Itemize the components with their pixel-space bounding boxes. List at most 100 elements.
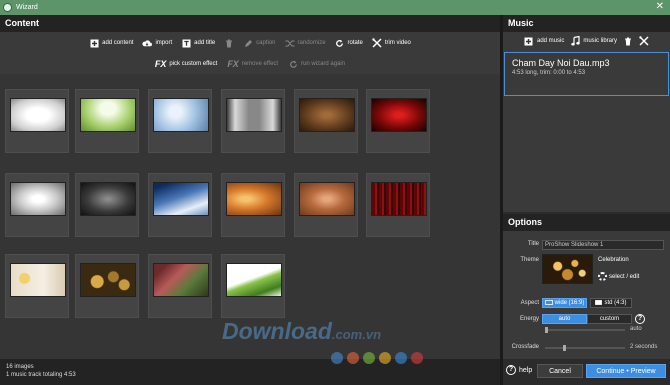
music-library-button[interactable]: music library xyxy=(570,36,617,46)
fx-remove-icon: FX xyxy=(227,59,239,69)
watermark-domain: .com.vn xyxy=(331,327,382,342)
theme-name: Celebration xyxy=(598,257,629,263)
image-thumbnail xyxy=(226,98,282,132)
crossfade-slider-track xyxy=(545,347,625,349)
image-tile[interactable] xyxy=(5,173,69,237)
image-tile[interactable] xyxy=(221,173,285,237)
energy-custom-option[interactable]: custom xyxy=(587,314,632,324)
theme-thumbnail[interactable] xyxy=(542,254,593,284)
app-icon xyxy=(3,3,12,12)
watermark-dot xyxy=(363,352,375,364)
close-icon[interactable]: ✕ xyxy=(656,1,664,13)
image-tile[interactable] xyxy=(5,254,69,318)
image-thumbnail xyxy=(10,98,66,132)
image-tile[interactable] xyxy=(148,89,212,153)
refresh-icon xyxy=(288,59,298,69)
crossfade-value: 2 seconds xyxy=(630,344,658,350)
rotate-icon xyxy=(335,38,345,48)
image-tile[interactable] xyxy=(75,173,139,237)
watermark-dot xyxy=(331,352,343,364)
image-tile[interactable] xyxy=(221,89,285,153)
energy-slider-value: auto xyxy=(630,326,642,332)
remove-effect-button[interactable]: FX remove effect xyxy=(227,59,278,69)
effects-toolbar: FX pick custom effect FX remove effect r… xyxy=(0,57,500,71)
caption-label: caption xyxy=(256,40,276,46)
pick-custom-effect-button[interactable]: FX pick custom effect xyxy=(155,59,217,69)
image-tile[interactable] xyxy=(148,254,212,318)
tools-icon xyxy=(639,36,649,46)
continue-preview-button[interactable]: Continue • Preview xyxy=(586,364,666,378)
image-tile[interactable] xyxy=(5,89,69,153)
image-tile[interactable] xyxy=(221,254,285,318)
music-header: Music xyxy=(503,15,670,32)
cancel-button[interactable]: Cancel xyxy=(537,364,583,378)
title-label: Title xyxy=(527,241,539,247)
music-library-label: music library xyxy=(583,38,618,44)
content-toolbar: add content import add title caption ran… xyxy=(0,36,500,50)
image-thumbnail xyxy=(80,98,136,132)
delete-button[interactable] xyxy=(224,38,234,48)
image-tile[interactable] xyxy=(366,89,430,153)
run-wizard-again-button[interactable]: run wizard again xyxy=(288,59,345,69)
aspect-toggle: wide (16:9) std (4:3) xyxy=(542,298,632,308)
watermark-main: Download xyxy=(222,318,332,344)
help-icon[interactable]: ? xyxy=(635,314,645,324)
remove-effect-label: remove effect xyxy=(241,61,279,67)
window-titlebar: Wizard ✕ xyxy=(0,0,670,15)
shuffle-icon xyxy=(285,38,295,48)
image-tile[interactable] xyxy=(366,173,430,237)
caption-button[interactable]: caption xyxy=(243,38,276,48)
options-header: Options xyxy=(503,214,670,231)
fx-icon: FX xyxy=(154,59,167,69)
music-note-icon xyxy=(570,36,580,46)
music-delete-button[interactable] xyxy=(623,36,633,46)
trim-video-label: trim video xyxy=(384,40,411,46)
help-button[interactable]: ? help xyxy=(506,365,532,375)
music-summary: 1 music track totaling 4:53 xyxy=(6,372,76,378)
image-tile[interactable] xyxy=(75,89,139,153)
image-tile[interactable] xyxy=(294,89,358,153)
crossfade-slider[interactable] xyxy=(545,345,625,351)
wide-screen-icon xyxy=(544,299,553,307)
question-icon: ? xyxy=(506,365,516,375)
image-thumbnail xyxy=(153,263,209,297)
trim-video-button[interactable]: trim video xyxy=(372,38,411,48)
content-panel: Content add content import add title cap… xyxy=(0,15,500,359)
music-tools-button[interactable] xyxy=(639,36,649,46)
image-thumbnail xyxy=(371,98,427,132)
energy-auto-option[interactable]: auto xyxy=(542,314,587,324)
import-button[interactable]: import xyxy=(142,38,172,48)
theme-select-button[interactable]: select / edit xyxy=(598,272,639,281)
aspect-std-option[interactable]: std (4:3) xyxy=(590,298,632,308)
energy-custom-label: custom xyxy=(599,316,620,322)
image-thumbnail xyxy=(226,263,282,297)
plus-square-icon xyxy=(524,36,534,46)
image-thumbnail xyxy=(371,182,427,216)
add-content-button[interactable]: add content xyxy=(89,38,133,48)
music-track-item[interactable]: Cham Day Noi Dau.mp3 4:53 long, trim: 0:… xyxy=(504,52,669,96)
energy-slider-knob[interactable] xyxy=(545,327,548,333)
theme-label: Theme xyxy=(520,257,539,263)
title-input[interactable]: ProShow Slideshow 1 xyxy=(542,240,664,250)
watermark-dot xyxy=(379,352,391,364)
title-t-icon xyxy=(181,38,191,48)
image-thumbnail xyxy=(226,182,282,216)
image-tile[interactable] xyxy=(75,254,139,318)
randomize-button[interactable]: randomize xyxy=(285,38,326,48)
randomize-label: randomize xyxy=(297,40,326,46)
energy-auto-label: auto xyxy=(558,316,571,322)
image-tile[interactable] xyxy=(148,173,212,237)
music-panel: Music add music music library Cham Day N… xyxy=(503,15,670,212)
energy-label: Energy xyxy=(519,316,539,322)
add-title-button[interactable]: add title xyxy=(181,38,215,48)
rotate-label: rotate xyxy=(347,40,363,46)
crossfade-slider-knob[interactable] xyxy=(563,345,566,351)
image-tile[interactable] xyxy=(294,173,358,237)
aspect-wide-option[interactable]: wide (16:9) xyxy=(542,298,587,308)
add-music-button[interactable]: add music xyxy=(524,36,564,46)
rotate-button[interactable]: rotate xyxy=(335,38,363,48)
add-title-label: add title xyxy=(194,40,216,46)
trash-icon xyxy=(623,36,633,46)
music-track-info: 4:53 long, trim: 0:00 to 4:53 xyxy=(512,70,586,76)
energy-slider[interactable] xyxy=(545,327,625,333)
